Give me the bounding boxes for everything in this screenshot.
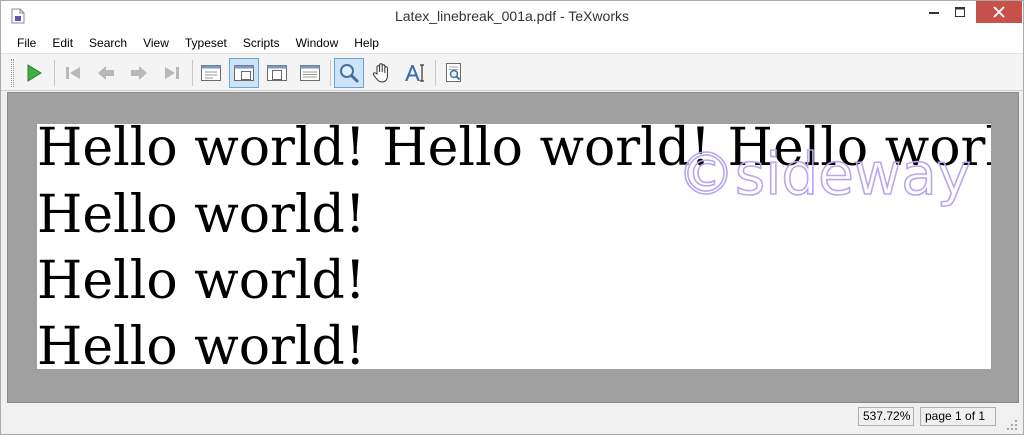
fit-width-button[interactable] [229,58,259,88]
menu-bar: File Edit Search View Typeset Scripts Wi… [1,32,1023,53]
document-line: Hello world! [37,185,366,245]
find-in-pdf-icon [446,63,461,82]
hand-scroll-icon [372,63,388,83]
window-title: Latex_linebreak_001a.pdf - TeXworks [394,8,629,24]
pdf-viewer[interactable]: Hello world! Hello world! Hello world! H… [7,92,1019,403]
find-in-pdf-button[interactable] [439,58,469,88]
menu-scripts[interactable]: Scripts [235,33,288,53]
fit-width-icon [234,65,254,81]
magnify-tool-button[interactable] [334,58,364,88]
fit-page-icon [267,65,287,81]
toolbar-separator [435,60,436,86]
next-page-icon [131,66,147,80]
toolbar [1,53,1023,91]
fit-page-button[interactable] [262,58,292,88]
magnifier-icon [340,64,359,83]
status-bar: 537.72% page 1 of 1 [1,404,1023,434]
maximize-icon [955,7,965,17]
resize-grip-icon[interactable] [1005,418,1019,432]
minimize-button[interactable] [921,1,947,23]
toolbar-grip[interactable] [11,59,14,87]
select-text-tool-button[interactable] [400,58,430,88]
next-page-button[interactable] [124,58,154,88]
toolbar-separator [330,60,331,86]
previous-page-icon [98,66,114,80]
zoom-level[interactable]: 537.72% [858,407,914,426]
menu-window[interactable]: Window [288,33,347,53]
document-line: Hello world! [37,317,366,369]
last-page-button[interactable] [157,58,187,88]
previous-page-button[interactable] [91,58,121,88]
actual-size-icon [201,65,221,81]
menu-search[interactable]: Search [81,33,135,53]
toolbar-separator [192,60,193,86]
close-button[interactable] [976,1,1022,23]
actual-size-button[interactable] [196,58,226,88]
menu-help[interactable]: Help [346,33,387,53]
menu-edit[interactable]: Edit [44,33,81,53]
select-text-icon [405,64,424,82]
watermark: ©sideway [676,139,972,209]
close-icon [993,6,1005,18]
first-page-button[interactable] [58,58,88,88]
typeset-play-icon [27,64,42,82]
typeset-button[interactable] [19,58,49,88]
first-page-icon [66,67,80,79]
scroll-tool-button[interactable] [367,58,397,88]
maximize-button[interactable] [947,1,973,23]
menu-view[interactable]: View [135,33,177,53]
toolbar-separator [54,60,55,86]
page-indicator[interactable]: page 1 of 1 [920,407,996,426]
watermark-text: ©sideway [677,140,971,208]
fit-window-icon [300,65,320,81]
pdf-page[interactable]: Hello world! Hello world! Hello world! H… [37,124,991,369]
last-page-icon [165,67,179,79]
title-bar[interactable]: Latex_linebreak_001a.pdf - TeXworks [1,1,1023,32]
menu-file[interactable]: File [9,33,44,53]
texworks-window: Latex_linebreak_001a.pdf - TeXworks File… [0,0,1024,435]
minimize-icon [929,12,939,14]
menu-typeset[interactable]: Typeset [177,33,235,53]
document-line: Hello world! [37,251,366,311]
fit-window-button[interactable] [295,58,325,88]
